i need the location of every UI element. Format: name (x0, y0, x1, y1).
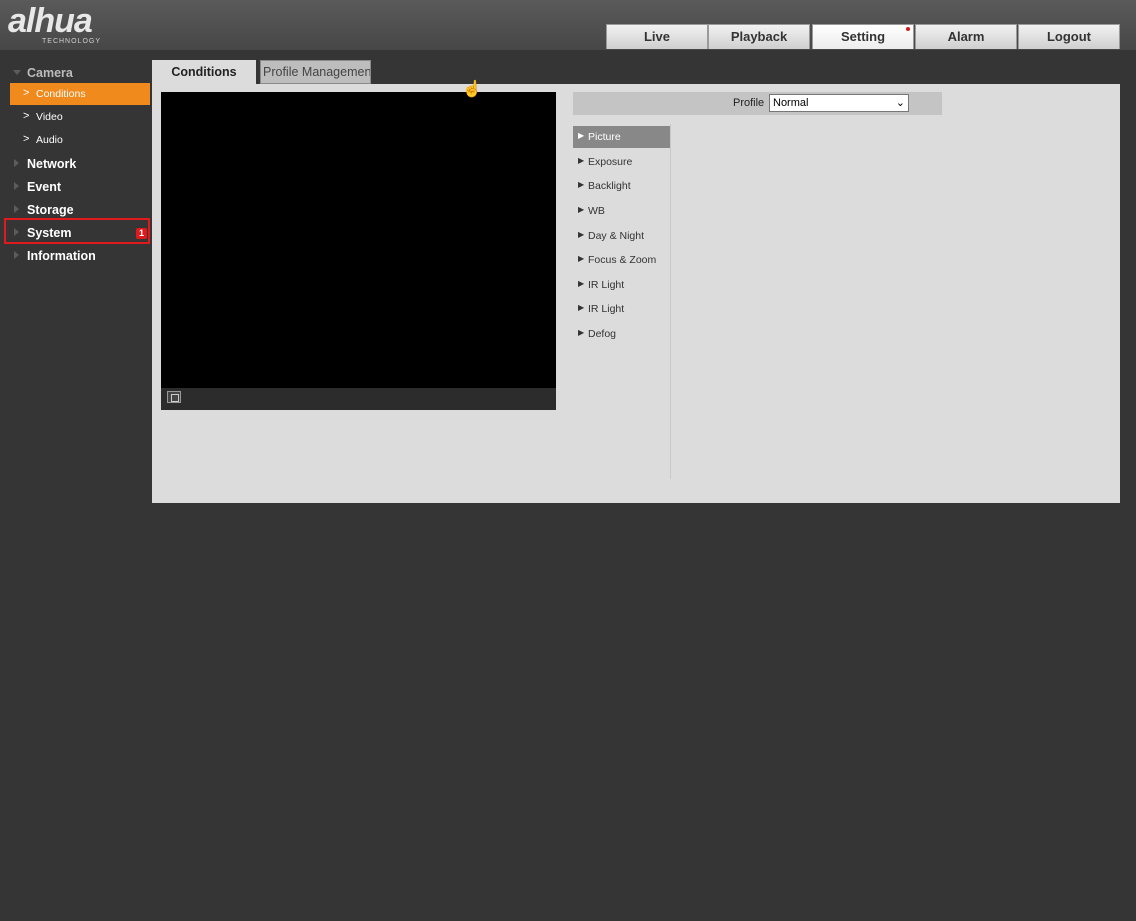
menu-item-ir-light[interactable]: ▶ IR Light (573, 274, 670, 296)
triangle-right-icon: ▶ (578, 303, 585, 312)
menu-item-wb[interactable]: ▶ WB (573, 200, 670, 222)
expand-arrow-icon (13, 70, 21, 75)
collapse-arrow-icon (14, 205, 19, 213)
menu-item-label: Backlight (588, 180, 631, 192)
collapse-arrow-icon (14, 159, 19, 167)
collapse-arrow-icon (14, 251, 19, 259)
sidebar-item-label: Network (27, 157, 77, 171)
profile-select[interactable]: Normal ⌄ (769, 94, 909, 112)
sidebar-item-label: Conditions (36, 88, 86, 100)
menu-item-label: Focus & Zoom (588, 254, 657, 266)
video-toolbar (161, 388, 556, 410)
triangle-right-icon: ▶ (578, 254, 585, 263)
sidebar-item-label: Event (27, 180, 62, 194)
sidebar-item-label: Storage (27, 203, 74, 217)
playback-button[interactable]: Playback (708, 24, 810, 49)
collapse-arrow-icon (14, 182, 19, 190)
sidebar-item-audio[interactable]: > Audio (0, 129, 152, 151)
sidebar-item-information[interactable]: Information (0, 245, 152, 267)
sidebar-item-label: Audio (36, 134, 63, 146)
profile-select-value: Normal (773, 97, 809, 109)
chevron-right-icon: > (23, 110, 30, 122)
menu-item-label: Picture (588, 131, 621, 143)
chevron-right-icon: > (23, 87, 30, 99)
setting-button[interactable]: Setting (812, 24, 914, 49)
profile-bar: Profile Normal ⌄ (573, 92, 942, 115)
menu-item-label: WB (588, 205, 605, 217)
menu-item-label: Defog (588, 328, 617, 340)
triangle-right-icon: ▶ (578, 328, 585, 337)
menu-item-ir-light-2[interactable]: ▶ IR Light (573, 298, 670, 320)
triangle-right-icon: ▶ (578, 279, 585, 288)
profile-label: Profile (733, 97, 765, 109)
chevron-right-icon: > (23, 133, 30, 145)
menu-item-exposure[interactable]: ▶ Exposure (573, 151, 670, 173)
triangle-right-icon: ▶ (578, 230, 585, 239)
menu-item-day-night[interactable]: ▶ Day & Night (573, 225, 670, 247)
fullscreen-icon[interactable] (167, 391, 181, 403)
menu-item-label: IR Light (588, 279, 625, 291)
sidebar-item-label: Video (36, 111, 63, 123)
tab-profile-management[interactable]: Profile Management (260, 60, 371, 84)
sidebar-item-network[interactable]: Network (0, 153, 152, 175)
alarm-button[interactable]: Alarm (915, 24, 1017, 49)
sidebar-item-conditions[interactable]: > Conditions (10, 83, 150, 105)
menu-item-backlight[interactable]: ▶ Backlight (573, 175, 670, 197)
hand-cursor-icon: ☝ (462, 81, 482, 98)
sidebar-item-camera[interactable]: Camera (0, 62, 152, 84)
dahua-logo: alhua TECHNOLOGY (8, 2, 100, 45)
header-bar: alhua TECHNOLOGY Live Playback Setting A… (0, 0, 1136, 50)
triangle-right-icon: ▶ (578, 156, 585, 165)
triangle-right-icon: ▶ (578, 205, 585, 214)
setting-label: Setting (840, 29, 886, 44)
menu-item-focus-zoom[interactable]: ▶ Focus & Zoom (573, 249, 670, 271)
menu-item-label: Day & Night (588, 230, 645, 242)
triangle-right-icon: ▶ (578, 131, 585, 140)
logo-text: alhua (8, 2, 93, 40)
triangle-right-icon: ▶ (578, 180, 585, 189)
menu-item-picture[interactable]: ▶ Picture (573, 126, 670, 148)
sidebar-item-label: Camera (27, 66, 73, 80)
sidebar-item-event[interactable]: Event (0, 176, 152, 198)
menu-divider (670, 124, 671, 479)
sidebar-item-label: Information (27, 249, 96, 263)
live-button[interactable]: Live (606, 24, 708, 49)
sidebar-item-video[interactable]: > Video (0, 106, 152, 128)
video-preview (161, 92, 556, 410)
menu-item-label: IR Light (588, 303, 625, 315)
tab-conditions[interactable]: Conditions (152, 60, 256, 84)
menu-item-label: Exposure (588, 156, 633, 168)
chevron-down-icon: ⌄ (895, 97, 905, 109)
menu-item-defog[interactable]: ▶ Defog (573, 323, 670, 345)
highlight-box (4, 218, 150, 244)
notification-dot (906, 27, 910, 31)
logo-subtitle: TECHNOLOGY (42, 38, 102, 45)
logout-button[interactable]: Logout (1018, 24, 1120, 49)
